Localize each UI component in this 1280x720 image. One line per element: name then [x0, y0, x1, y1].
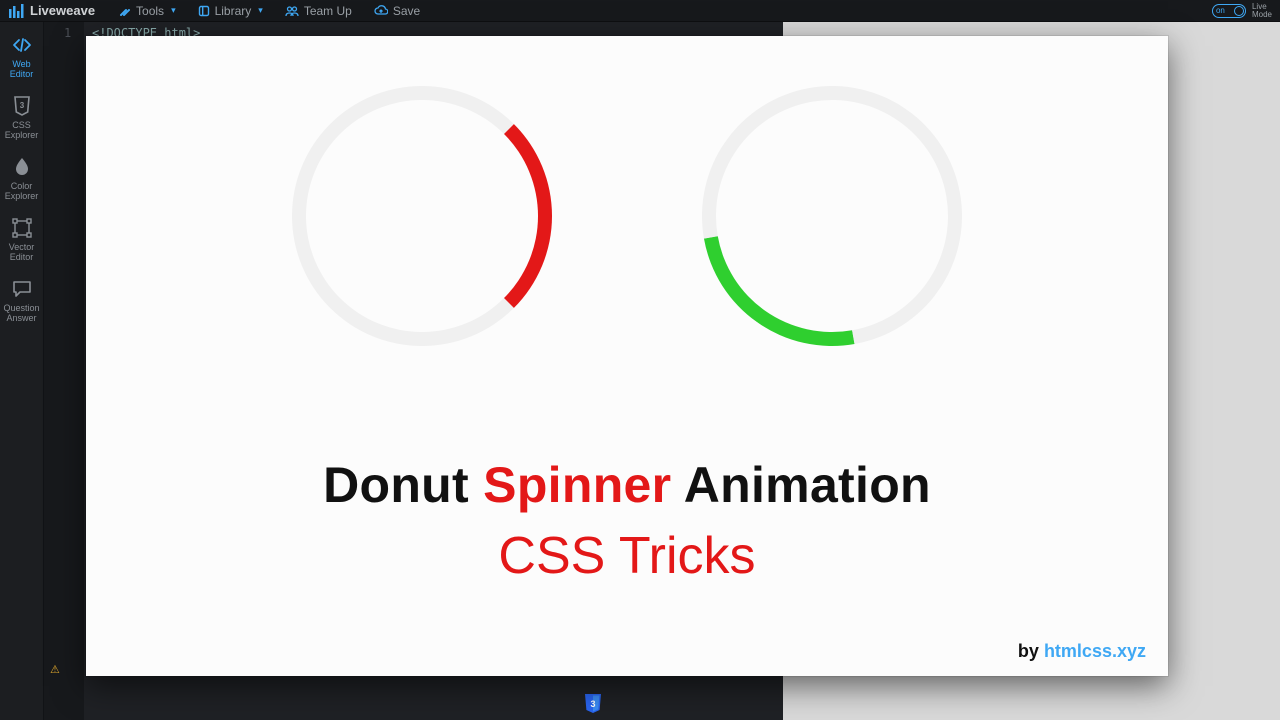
tools-icon: [119, 5, 131, 17]
card-byline: by htmlcss.xyz: [1018, 641, 1146, 662]
menu-save-label: Save: [393, 4, 420, 18]
team-icon: [285, 5, 299, 17]
toggle-knob: [1234, 6, 1244, 16]
css-shield-icon: 3: [11, 95, 33, 117]
top-menu-bar: Liveweave Tools ▾ Library ▾ Team Up: [0, 0, 1280, 22]
live-mode-label: Live Mode: [1252, 3, 1272, 19]
css3-badge-icon: 3: [584, 694, 602, 714]
menu-tools-label: Tools: [136, 4, 164, 18]
chevron-down-icon: ▾: [258, 5, 263, 16]
spinners-row: [86, 86, 1168, 346]
warning-icon[interactable]: ⚠: [50, 663, 60, 676]
sidebar-item-web-editor[interactable]: WebEditor: [0, 28, 44, 87]
card-subtitle: CSS Tricks: [86, 526, 1168, 586]
sidebar-item-css-explorer[interactable]: 3 CSSExplorer: [0, 89, 44, 148]
svg-text:3: 3: [590, 699, 595, 709]
editor-gutter: [44, 22, 84, 720]
menu-tools[interactable]: Tools ▾: [119, 4, 176, 18]
chevron-down-icon: ▾: [171, 5, 176, 16]
brand-name: Liveweave: [30, 3, 95, 18]
library-icon: [198, 5, 210, 17]
donut-spinner-red: [292, 86, 552, 346]
vector-icon: [11, 217, 33, 239]
sidebar-item-color-explorer[interactable]: ColorExplorer: [0, 150, 44, 209]
menu-team[interactable]: Team Up: [285, 4, 352, 18]
drop-icon: [11, 156, 33, 178]
svg-text:3: 3: [19, 101, 24, 110]
cloud-save-icon: [374, 5, 388, 17]
menu-library-label: Library: [215, 4, 252, 18]
card-title: Donut Spinner Animation: [86, 456, 1168, 514]
toggle-on-label: on: [1216, 5, 1225, 17]
code-icon: [11, 34, 33, 56]
live-mode-toggle[interactable]: on Live Mode: [1212, 3, 1272, 19]
top-menu: Tools ▾ Library ▾ Team Up Save: [119, 4, 420, 18]
brand: Liveweave: [8, 3, 95, 18]
byline-site: htmlcss.xyz: [1044, 641, 1146, 661]
toggle-switch[interactable]: on: [1212, 4, 1246, 18]
chat-icon: [11, 278, 33, 300]
sidebar-item-vector-editor[interactable]: VectorEditor: [0, 211, 44, 270]
line-number: 1: [64, 26, 71, 40]
menu-team-label: Team Up: [304, 4, 352, 18]
brand-logo-icon: [8, 4, 24, 18]
sidebar-item-question-answer[interactable]: QuestionAnswer: [0, 272, 44, 331]
menu-save[interactable]: Save: [374, 4, 420, 18]
donut-spinner-green: [651, 35, 1013, 397]
left-toolbar: WebEditor 3 CSSExplorer ColorExplorer Ve…: [0, 22, 44, 720]
content-card: Donut Spinner Animation CSS Tricks by ht…: [86, 36, 1168, 676]
menu-library[interactable]: Library ▾: [198, 4, 263, 18]
